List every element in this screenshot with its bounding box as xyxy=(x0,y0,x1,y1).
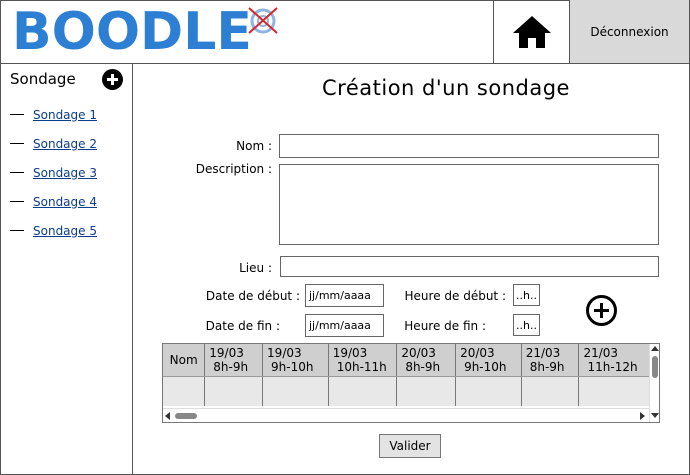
sidebar-item-sondage-2: Sondage 2 xyxy=(10,129,97,158)
add-slot-icon[interactable] xyxy=(586,295,617,326)
table-header-slot: 21/03 11h-12h xyxy=(578,344,659,377)
table-header-slot: 19/03 8h-9h xyxy=(204,344,264,377)
table-header-slot: 19/03 9h-10h xyxy=(262,344,329,377)
home-button[interactable] xyxy=(493,0,570,63)
sidebar-item-sondage-1: Sondage 1 xyxy=(10,100,97,129)
sidebar-link-sondage-3[interactable]: Sondage 3 xyxy=(33,166,97,180)
slot-time: 10h-11h xyxy=(336,360,387,374)
scroll-up-arrow-icon[interactable] xyxy=(651,346,659,351)
list-bullet xyxy=(10,114,24,115)
heure-debut-label: Heure de début : xyxy=(404,289,506,303)
slot-time: 8h-9h xyxy=(529,360,565,374)
date-debut-field[interactable]: jj/mm/aaaa xyxy=(305,284,384,307)
lieu-label: Lieu : xyxy=(239,261,272,275)
slot-date: 21/03 xyxy=(583,346,619,360)
table-header-slot: 20/03 9h-10h xyxy=(455,344,522,377)
page-title: Création d'un sondage xyxy=(322,76,570,100)
submit-button[interactable]: Valider xyxy=(379,434,441,458)
horizontal-scrollbar[interactable] xyxy=(163,408,649,422)
table-cell[interactable] xyxy=(578,376,659,406)
sidebar-link-sondage-1[interactable]: Sondage 1 xyxy=(33,108,97,122)
logout-button[interactable]: Déconnexion xyxy=(570,0,689,63)
logo-mark-icon xyxy=(248,7,278,34)
add-survey-icon[interactable] xyxy=(102,69,123,90)
slot-time: 9h-10h xyxy=(464,360,507,374)
sidebar-title: Sondage xyxy=(10,70,76,88)
slots-table: Nom 19/03 8h-9h 19/03 9h-10h 19/03 10h-11h … xyxy=(163,344,659,406)
list-bullet xyxy=(10,143,24,144)
table-cell[interactable] xyxy=(455,376,522,406)
slot-date: 20/03 xyxy=(401,346,436,360)
heure-fin-label: Heure de fin : xyxy=(404,319,486,333)
description-field[interactable] xyxy=(279,164,659,245)
slot-time: 11h-12h xyxy=(587,360,638,374)
sidebar-item-sondage-5: Sondage 5 xyxy=(10,216,97,245)
vertical-scroll-thumb[interactable] xyxy=(652,356,658,378)
slot-time: 9h-10h xyxy=(271,360,314,374)
table-header-nom: Nom xyxy=(163,344,206,377)
nom-field[interactable] xyxy=(279,134,659,158)
scroll-left-arrow-icon[interactable] xyxy=(165,412,170,420)
sidebar-list: Sondage 1 Sondage 2 Sondage 3 Sondage 4 … xyxy=(10,100,97,245)
table-cell[interactable] xyxy=(262,376,329,406)
sidebar-item-sondage-3: Sondage 3 xyxy=(10,158,97,187)
sidebar-link-sondage-4[interactable]: Sondage 4 xyxy=(33,195,97,209)
home-icon xyxy=(512,15,551,48)
table-cell[interactable] xyxy=(396,376,457,406)
date-fin-label: Date de fin : xyxy=(205,319,280,333)
slot-time: 8h-9h xyxy=(405,360,441,374)
slot-date: 19/03 xyxy=(267,346,302,360)
list-bullet xyxy=(10,201,24,202)
list-bullet xyxy=(10,172,24,173)
sidebar: Sondage Sondage 1 Sondage 2 Sondage 3 So… xyxy=(0,64,133,475)
date-fin-field[interactable]: jj/mm/aaaa xyxy=(305,314,384,337)
header: BOODLE Déconnexion xyxy=(0,0,690,64)
sidebar-item-sondage-4: Sondage 4 xyxy=(10,187,97,216)
description-label: Description : xyxy=(195,162,272,176)
table-header-slot: 19/03 10h-11h xyxy=(328,344,398,377)
slot-time: 8h-9h xyxy=(213,360,249,374)
nom-label: Nom : xyxy=(236,139,272,153)
table-cell[interactable] xyxy=(328,376,398,406)
slot-date: 21/03 xyxy=(525,346,561,360)
scroll-down-arrow-icon[interactable] xyxy=(651,413,659,418)
slot-date: 20/03 xyxy=(460,346,495,360)
slots-table-container[interactable]: Nom 19/03 8h-9h 19/03 9h-10h 19/03 10h-11h … xyxy=(162,343,660,423)
slot-date: 19/03 xyxy=(209,346,244,360)
logo: BOODLE xyxy=(12,2,282,62)
date-debut-label: Date de début : xyxy=(205,289,300,303)
table-row xyxy=(163,376,659,406)
heure-debut-field[interactable]: ..h.. xyxy=(513,284,540,306)
list-bullet xyxy=(10,230,24,231)
scroll-right-arrow-icon[interactable] xyxy=(640,412,645,420)
logo-text: BOODLE xyxy=(12,2,252,62)
table-cell[interactable] xyxy=(521,376,580,406)
slot-date: 19/03 xyxy=(332,346,368,360)
table-header-slot: 20/03 8h-9h xyxy=(396,344,457,377)
heure-fin-field[interactable]: ..h.. xyxy=(513,314,540,336)
table-cell[interactable] xyxy=(163,376,206,406)
vertical-scrollbar[interactable] xyxy=(649,344,659,422)
table-header-slot: 21/03 8h-9h xyxy=(521,344,580,377)
horizontal-scroll-thumb[interactable] xyxy=(175,413,197,419)
sidebar-link-sondage-5[interactable]: Sondage 5 xyxy=(33,224,97,238)
lieu-field[interactable] xyxy=(280,256,659,277)
sidebar-link-sondage-2[interactable]: Sondage 2 xyxy=(33,137,97,151)
table-cell[interactable] xyxy=(204,376,264,406)
